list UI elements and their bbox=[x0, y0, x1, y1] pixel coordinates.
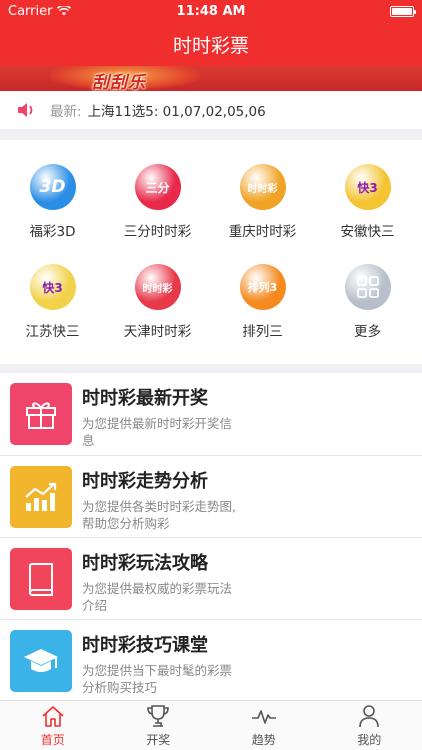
nav-bar: 时时彩票 bbox=[0, 22, 422, 66]
feature-list: 时时彩最新开奖 为您提供最新时时彩开奖信息 时时彩走势分析 为您提供各类时时彩走… bbox=[0, 373, 422, 700]
promo-banner[interactable]: 刮刮乐 bbox=[0, 66, 422, 91]
notice-text: 上海11选5: 01,07,02,05,06 bbox=[87, 104, 266, 120]
tab-label: 首页 bbox=[40, 732, 65, 747]
item-title: 时时彩玩法攻略 bbox=[82, 553, 208, 574]
anhui-k3-icon: 快3 bbox=[344, 164, 391, 210]
lottery-item-more[interactable]: 更多 bbox=[315, 264, 420, 340]
trophy-icon bbox=[147, 704, 170, 727]
status-left: Carrier bbox=[8, 3, 72, 19]
lottery-label: 福彩3D bbox=[29, 224, 76, 240]
wifi-icon bbox=[57, 6, 72, 16]
item-title: 时时彩技巧课堂 bbox=[82, 635, 208, 656]
status-bar: Carrier 11:48 AM bbox=[0, 0, 422, 22]
page-title: 时时彩票 bbox=[172, 34, 249, 57]
item-title: 时时彩最新开奖 bbox=[82, 388, 208, 409]
speaker-icon bbox=[18, 103, 33, 117]
gift-icon bbox=[10, 383, 72, 445]
tab-home[interactable]: 首页 bbox=[0, 701, 106, 750]
pailie3-icon: 排列3 bbox=[239, 264, 286, 310]
lottery-item-tianjin[interactable]: 时时彩 天津时时彩 bbox=[105, 264, 210, 340]
lottery-label: 三分时时彩 bbox=[123, 224, 192, 240]
list-item[interactable]: 时时彩走势分析 为您提供各类时时彩走势图,帮助您分析购彩 bbox=[0, 455, 422, 537]
item-description: 为您提供最新时时彩开奖信息 bbox=[82, 416, 233, 448]
item-description: 为您提供各类时时彩走势图,帮助您分析购彩 bbox=[82, 499, 236, 531]
home-icon bbox=[42, 705, 64, 727]
lottery-label: 江苏快三 bbox=[25, 324, 80, 340]
banner-text: 刮刮乐 bbox=[92, 73, 146, 91]
item-description: 为您提供最权威的彩票玩法介绍 bbox=[82, 581, 233, 613]
notice-prefix: 最新: bbox=[50, 104, 82, 120]
lottery-item-chongqing[interactable]: 时时彩 重庆时时彩 bbox=[210, 164, 315, 240]
battery-icon bbox=[390, 5, 416, 17]
tab-profile[interactable]: 我的 bbox=[317, 701, 422, 750]
notice-bar[interactable]: 最新: 上海11选5: 01,07,02,05,06 bbox=[0, 91, 422, 129]
more-grid-icon bbox=[344, 264, 391, 310]
carrier-label: Carrier bbox=[8, 3, 53, 19]
item-title: 时时彩走势分析 bbox=[82, 471, 208, 492]
3d-icon: 3D bbox=[29, 164, 76, 210]
tab-trend[interactable]: 趋势 bbox=[211, 701, 317, 750]
lottery-item-jiangsu[interactable]: 快3 江苏快三 bbox=[0, 264, 105, 340]
sanfen-icon: 三分 bbox=[134, 164, 181, 210]
tab-label: 开奖 bbox=[146, 732, 171, 747]
user-icon bbox=[359, 704, 380, 727]
list-item[interactable]: 时时彩最新开奖 为您提供最新时时彩开奖信息 bbox=[0, 373, 422, 455]
lottery-item-anhui[interactable]: 快3 安徽快三 bbox=[315, 164, 420, 240]
book-icon bbox=[10, 548, 72, 610]
tab-bar: 首页 开奖 趋势 我的 bbox=[0, 700, 422, 750]
lottery-grid: 3D 福彩3D 三分 三分时时彩 时时彩 重庆时时彩 快3 安徽快三 快3 江苏… bbox=[0, 140, 422, 364]
lottery-label: 天津时时彩 bbox=[123, 324, 192, 340]
jiangsu-k3-icon: 快3 bbox=[29, 264, 76, 310]
pulse-icon bbox=[251, 709, 276, 724]
tab-label: 我的 bbox=[357, 732, 382, 747]
lottery-label: 排列三 bbox=[242, 324, 283, 340]
lottery-item-sanfen[interactable]: 三分 三分时时彩 bbox=[105, 164, 210, 240]
item-description: 为您提供当下最时髦的彩票分析购买技巧 bbox=[82, 663, 233, 695]
tab-label: 趋势 bbox=[251, 732, 276, 747]
graduation-cap-icon bbox=[10, 630, 72, 692]
list-item[interactable]: 时时彩玩法攻略 为您提供最权威的彩票玩法介绍 bbox=[0, 537, 422, 619]
lottery-item-fucai3d[interactable]: 3D 福彩3D bbox=[0, 164, 105, 240]
tianjin-icon: 时时彩 bbox=[134, 264, 181, 310]
chongqing-icon: 时时彩 bbox=[239, 164, 286, 210]
lottery-item-pailie3[interactable]: 排列3 排列三 bbox=[210, 264, 315, 340]
trend-chart-icon bbox=[10, 466, 72, 528]
lottery-label: 更多 bbox=[354, 324, 381, 340]
tab-results[interactable]: 开奖 bbox=[106, 701, 212, 750]
lottery-label: 重庆时时彩 bbox=[228, 224, 297, 240]
list-item[interactable]: 时时彩技巧课堂 为您提供当下最时髦的彩票分析购买技巧 bbox=[0, 619, 422, 701]
lottery-label: 安徽快三 bbox=[340, 224, 395, 240]
